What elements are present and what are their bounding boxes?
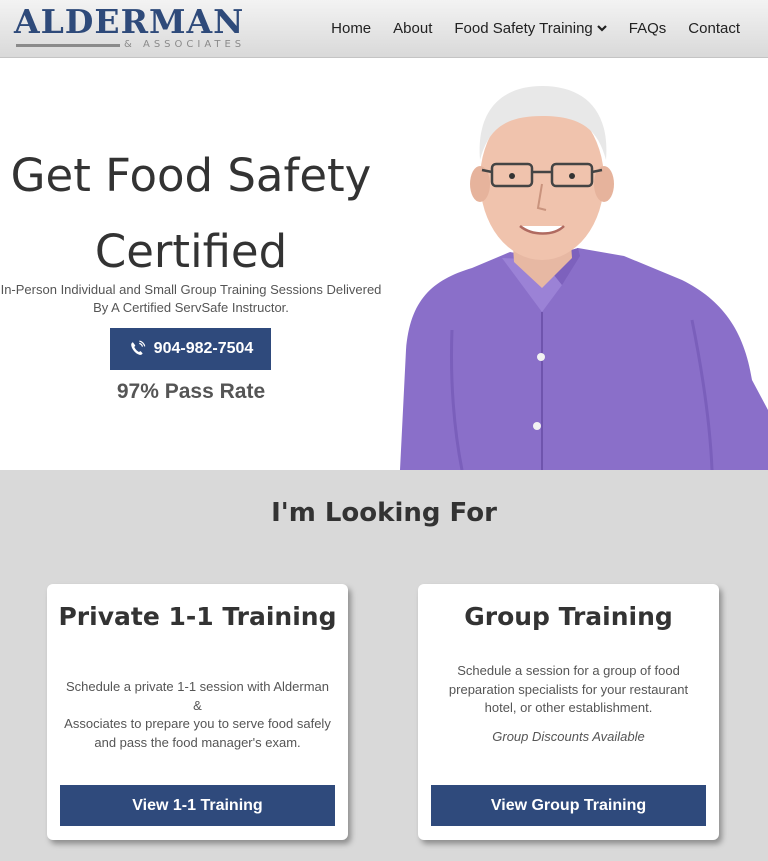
nav-home[interactable]: Home xyxy=(331,20,371,37)
hero-title: Get Food Safety Certified xyxy=(10,149,372,278)
phone-number: 904-982-7504 xyxy=(153,340,254,357)
call-phone-button[interactable]: 904-982-7504 xyxy=(110,328,271,370)
view-group-training-button[interactable]: View Group Training xyxy=(431,785,706,826)
group-discount-note: Group Discounts Available xyxy=(492,729,645,744)
card-description: Schedule a private 1-1 session with Alde… xyxy=(64,679,331,750)
view-1-1-training-button[interactable]: View 1-1 Training xyxy=(60,785,335,826)
hero-section: Get Food Safety Certified In-Person Indi… xyxy=(0,58,768,470)
instructor-photo xyxy=(400,86,768,470)
site-logo[interactable]: ALDERMAN & ASSOCIATES xyxy=(14,4,254,54)
site-header: ALDERMAN & ASSOCIATES Home About Food Sa… xyxy=(0,0,768,58)
main-nav: Home About Food Safety Training FAQs Con… xyxy=(331,0,740,56)
group-training-card: Group Training Schedule a session for a … xyxy=(418,584,719,840)
logo-name: ALDERMAN xyxy=(14,2,245,41)
hero-subtitle: In-Person Individual and Small Group Tra… xyxy=(0,282,382,315)
nav-contact[interactable]: Contact xyxy=(688,20,740,37)
pass-rate: 97% Pass Rate xyxy=(116,380,266,403)
logo-rule xyxy=(16,44,120,47)
card-title: Group Training xyxy=(464,602,673,631)
phone-icon xyxy=(130,340,145,355)
card-title: Private 1-1 Training xyxy=(58,602,337,631)
looking-for-title: I'm Looking For xyxy=(271,498,497,528)
looking-for-section: I'm Looking For Private 1-1 Training Sch… xyxy=(0,470,768,861)
private-training-card: Private 1-1 Training Schedule a private … xyxy=(47,584,348,840)
nav-food-safety-training[interactable]: Food Safety Training xyxy=(454,20,607,37)
card-description: Schedule a session for a group of food p… xyxy=(448,663,689,715)
nav-faqs[interactable]: FAQs xyxy=(629,20,667,37)
chevron-down-icon xyxy=(597,25,607,32)
nav-about[interactable]: About xyxy=(393,20,432,37)
logo-subtitle: & ASSOCIATES xyxy=(124,39,246,50)
